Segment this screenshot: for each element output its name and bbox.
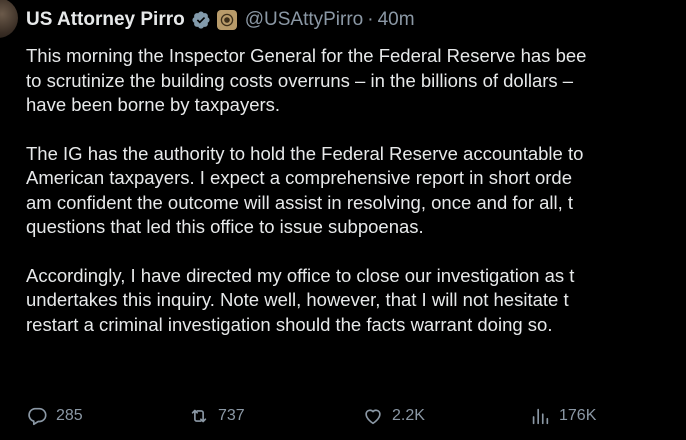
repost-button[interactable]: 737 — [188, 402, 245, 430]
paragraph: This morning the Inspector General for t… — [26, 44, 686, 118]
heart-icon — [365, 409, 381, 425]
paragraph: Accordingly, I have directed my office t… — [26, 264, 686, 338]
repost-count: 737 — [218, 407, 245, 424]
text-line: restart a criminal investigation should … — [26, 313, 553, 335]
views-count: 176K — [559, 407, 597, 424]
views-button[interactable]: 176K — [529, 402, 596, 430]
separator-dot: · — [367, 9, 374, 30]
avatar[interactable] — [0, 0, 18, 38]
paragraph: The IG has the authority to hold the Fed… — [26, 142, 686, 240]
author-name[interactable]: US Attorney Pirro — [26, 9, 185, 31]
action-bar: 285 737 2.2K 176K — [26, 402, 666, 430]
text-line: American taxpayers. I expect a comprehen… — [26, 167, 573, 188]
like-button[interactable]: 2.2K — [362, 402, 425, 430]
reply-icon — [28, 407, 47, 426]
text-line: The IG has the authority to hold the Fed… — [26, 142, 584, 164]
verified-badge-icon[interactable] — [191, 10, 211, 30]
post-header: US Attorney Pirro @USAttyPirro · 40m — [26, 6, 415, 34]
repost-icon — [191, 409, 207, 423]
reply-count: 285 — [56, 407, 83, 424]
text-line: have been borne by taxpayers. — [26, 94, 281, 115]
post-timestamp[interactable]: 40m — [378, 9, 415, 31]
government-seal-icon[interactable] — [216, 10, 237, 30]
text-line: to scrutinize the building costs overrun… — [26, 69, 574, 91]
like-count: 2.2K — [392, 407, 425, 424]
views-icon — [532, 408, 549, 425]
reply-button[interactable]: 285 — [26, 402, 83, 430]
text-line: am confident the outcome will assist in … — [26, 191, 574, 213]
text-line: Accordingly, I have directed my office t… — [26, 264, 575, 286]
author-handle[interactable]: @USAttyPirro — [245, 9, 364, 31]
text-line: questions that led this office to issue … — [26, 216, 424, 237]
post-body: This morning the Inspector General for t… — [26, 44, 686, 361]
text-line: undertakes this inquiry. Note well, howe… — [26, 289, 569, 310]
text-line: This morning the Inspector General for t… — [26, 45, 587, 66]
